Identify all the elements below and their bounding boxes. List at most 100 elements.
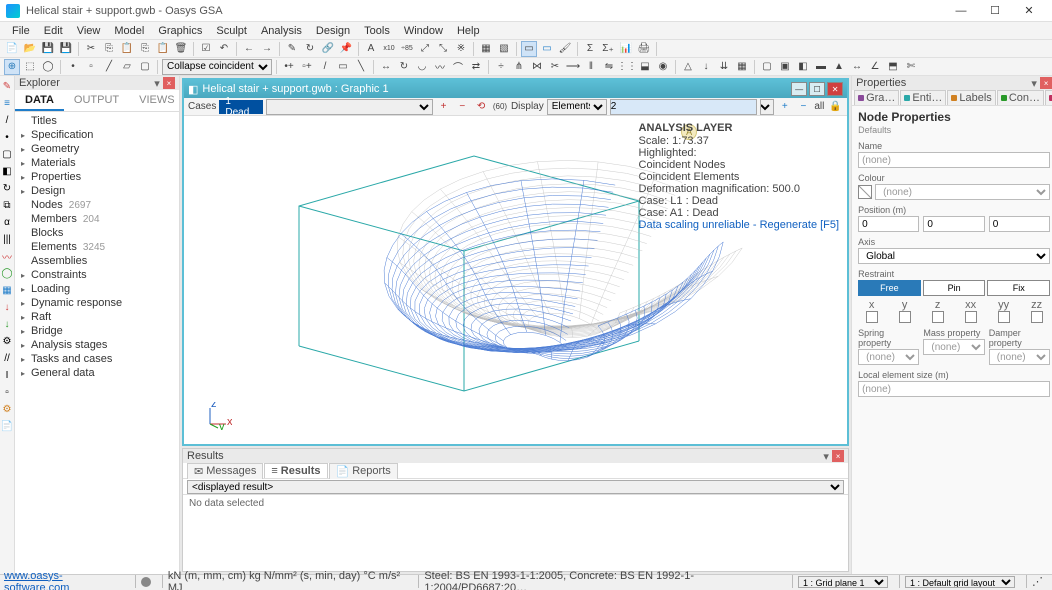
restraint-fix-button[interactable]: Fix	[987, 280, 1050, 296]
spring-select[interactable]: (none)	[858, 349, 919, 365]
results-select[interactable]: <displayed result>	[187, 480, 844, 494]
x10-icon[interactable]: x10	[381, 41, 397, 57]
tree-item[interactable]: Assemblies	[15, 254, 179, 268]
mesh-icon[interactable]: ▦	[734, 59, 750, 75]
add-node-icon[interactable]: •+	[281, 59, 297, 75]
cut-icon[interactable]: ✂	[83, 41, 99, 57]
section-icon[interactable]: ⬒	[885, 59, 901, 75]
case-add-icon[interactable]: +	[436, 99, 452, 115]
rail-link-icon[interactable]: ⧉	[0, 198, 14, 212]
symbol-icon[interactable]: ※	[453, 41, 469, 57]
checkbox-icon[interactable]	[866, 311, 878, 323]
pos-z-input[interactable]	[989, 216, 1050, 232]
cursor-icon[interactable]: ⊕	[4, 59, 20, 75]
grid-icon[interactable]: ▦	[478, 41, 494, 57]
rail-iii-icon[interactable]: |||	[0, 232, 14, 246]
checkbox-icon[interactable]	[965, 311, 977, 323]
tree-item[interactable]: ▸General data	[15, 366, 179, 380]
rail-line-icon[interactable]: /	[0, 113, 14, 127]
brush-icon[interactable]: 🖌	[557, 41, 573, 57]
checkbox-icon[interactable]	[932, 311, 944, 323]
tree-item[interactable]: ▸Bridge	[15, 324, 179, 338]
tree-item[interactable]: ▸Loading	[15, 282, 179, 296]
dof-checkbox[interactable]: x	[866, 299, 878, 323]
dof-checkbox[interactable]: xx	[965, 299, 977, 323]
sigma-icon[interactable]: Σ	[582, 41, 598, 57]
mirror-icon[interactable]: ⇋	[601, 59, 617, 75]
entity-dd[interactable]	[760, 99, 774, 115]
tree-item[interactable]: ▸Geometry	[15, 142, 179, 156]
case-reset-icon[interactable]: ⟲	[473, 99, 489, 115]
display-combo[interactable]: Elements	[547, 99, 607, 115]
ptab-diagrams[interactable]: Dia…	[1045, 90, 1052, 106]
cases-combo[interactable]	[266, 99, 433, 115]
delete-icon[interactable]: 🗑	[173, 41, 189, 57]
viewport[interactable]: A ANALYSIS LAYER Scale: 1:73.37 Highligh…	[184, 116, 847, 444]
dof-checkbox[interactable]: z	[932, 299, 944, 323]
plane-icon[interactable]: ▬	[813, 59, 829, 75]
rotate-icon[interactable]: ↻	[396, 59, 412, 75]
refresh-icon[interactable]: ↻	[302, 41, 318, 57]
add-elem-icon[interactable]: ▫+	[299, 59, 315, 75]
copy-icon[interactable]: ⎘	[101, 41, 117, 57]
minimize-button[interactable]: —	[944, 1, 978, 21]
pin-icon[interactable]: ▾	[1028, 77, 1040, 89]
status-url[interactable]: www.oasys-software.com	[4, 570, 123, 590]
collapse-combo[interactable]: Collapse coincident n	[162, 59, 272, 75]
name-input[interactable]	[858, 152, 1050, 168]
mass-select[interactable]: (none)	[923, 339, 984, 355]
resize-grip-icon[interactable]: ⋰	[1026, 575, 1048, 588]
dof-checkbox[interactable]: yy	[998, 299, 1010, 323]
checkbox-icon[interactable]	[899, 311, 911, 323]
menu-window[interactable]: Window	[398, 24, 449, 38]
dashed-icon[interactable]: ⬚	[22, 59, 38, 75]
new-icon[interactable]: 📄	[4, 41, 20, 57]
line-tool-icon[interactable]: /	[317, 59, 333, 75]
expand-icon[interactable]: ⤢	[417, 41, 433, 57]
checkbox-icon[interactable]: ☑	[198, 41, 214, 57]
revolve-icon[interactable]: ◉	[655, 59, 671, 75]
menu-view[interactable]: View	[71, 24, 107, 38]
view1-icon[interactable]: ▢	[759, 59, 775, 75]
area-sel-icon[interactable]: ▱	[119, 59, 135, 75]
colour-select[interactable]: (none)	[875, 184, 1050, 200]
rail-box2-icon[interactable]: ▫	[0, 385, 14, 399]
restraint-pin-button[interactable]: Pin	[923, 280, 986, 296]
entity-input[interactable]	[610, 99, 757, 115]
tab-results[interactable]: ≡Results	[264, 463, 327, 478]
tree-item[interactable]: ▸Design	[15, 184, 179, 198]
pencil-icon[interactable]: ✎	[284, 41, 300, 57]
load-icon[interactable]: ↓	[698, 59, 714, 75]
extrude-icon[interactable]: ⬓	[637, 59, 653, 75]
case-sixty-icon[interactable]: (60)	[492, 99, 508, 115]
close-panel-icon[interactable]: ×	[832, 450, 844, 462]
axis-select[interactable]: Global	[858, 248, 1050, 264]
rail-doc-icon[interactable]: 📄	[0, 419, 14, 433]
support-icon[interactable]: △	[680, 59, 696, 75]
undo-icon[interactable]: ↶	[216, 41, 232, 57]
tree-item[interactable]: ▸Constraints	[15, 268, 179, 282]
menu-graphics[interactable]: Graphics	[152, 24, 208, 38]
close-button[interactable]: ✕	[1012, 1, 1046, 21]
rail-rotate-icon[interactable]: ↻	[0, 181, 14, 195]
tab-data[interactable]: DATA	[15, 90, 64, 111]
paste-icon[interactable]: 📋	[119, 41, 135, 57]
extend-icon[interactable]: ⟶	[565, 59, 581, 75]
ptab-labels[interactable]: Labels	[947, 90, 995, 106]
tree-item[interactable]: ▸Raft	[15, 310, 179, 324]
tree-item[interactable]: Blocks	[15, 226, 179, 240]
lasso-icon[interactable]: ◯	[40, 59, 56, 75]
dof-checkbox[interactable]: zz	[1031, 299, 1043, 323]
gridlayout-select[interactable]: 1 : Default grid layout	[905, 576, 1015, 588]
gv-max-button[interactable]: ☐	[809, 82, 825, 96]
cone-icon[interactable]: ▲	[831, 59, 847, 75]
tree-item[interactable]: Members204	[15, 212, 179, 226]
window-mode-icon[interactable]: ▭	[539, 41, 555, 57]
move-icon[interactable]: ↔	[378, 59, 394, 75]
x85-icon[interactable]: ÷85	[399, 41, 415, 57]
arc-icon[interactable]: ◡	[414, 59, 430, 75]
elem-sel-icon[interactable]: ▫	[83, 59, 99, 75]
gv-close-button[interactable]: ✕	[827, 82, 843, 96]
paste2-icon[interactable]: 📋	[155, 41, 171, 57]
rail-tool-icon[interactable]: ⚙	[0, 334, 14, 348]
